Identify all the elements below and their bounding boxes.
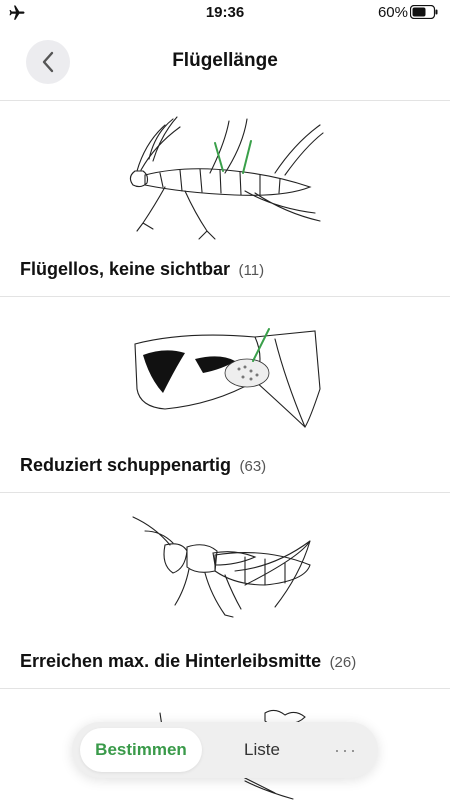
option-count: (11) xyxy=(238,262,265,279)
short-wing-grasshopper-drawing xyxy=(132,516,311,618)
scale-like-wing-drawing xyxy=(134,328,321,428)
battery-icon xyxy=(410,5,438,19)
option-text: Erreichen max. die Hinterleibsmitte (26) xyxy=(20,651,356,672)
option-count: (26) xyxy=(329,654,357,671)
option-list: Flügellos, keine sichtbar (11) Reduziert… xyxy=(0,101,450,800)
list-item-wingless[interactable]: Flügellos, keine sichtbar (11) xyxy=(0,101,450,297)
battery-percent: 60% xyxy=(377,4,408,21)
option-text: Flügellos, keine sichtbar (11) xyxy=(20,259,264,280)
page-title: Flügellänge xyxy=(172,50,278,71)
bottom-tab-control: Bestimmen Liste ··· xyxy=(72,722,378,778)
tab-liste[interactable]: Liste xyxy=(212,728,312,772)
nav-bar: Flügellänge xyxy=(0,28,450,101)
list-item-short-wings[interactable]: Erreichen max. die Hinterleibsmitte (26) xyxy=(0,493,450,689)
tab-bestimmen[interactable]: Bestimmen xyxy=(80,728,202,772)
option-text: Reduziert schuppenartig (63) xyxy=(20,455,266,476)
option-label: Reduziert schuppenartig xyxy=(20,455,232,475)
option-count: (63) xyxy=(239,458,267,475)
option-label: Erreichen max. die Hinterleibsmitte xyxy=(20,651,322,671)
more-options-button[interactable]: ··· xyxy=(322,728,370,772)
option-label: Flügellos, keine sichtbar xyxy=(20,259,231,279)
status-bar: 19:36 60% xyxy=(0,0,450,28)
wingless-grasshopper-drawing xyxy=(129,116,324,240)
screen: 19:36 60% Flügellänge Flügellos, keine s… xyxy=(0,0,450,800)
list-item-scale-like[interactable]: Reduziert schuppenartig (63) xyxy=(0,297,450,493)
